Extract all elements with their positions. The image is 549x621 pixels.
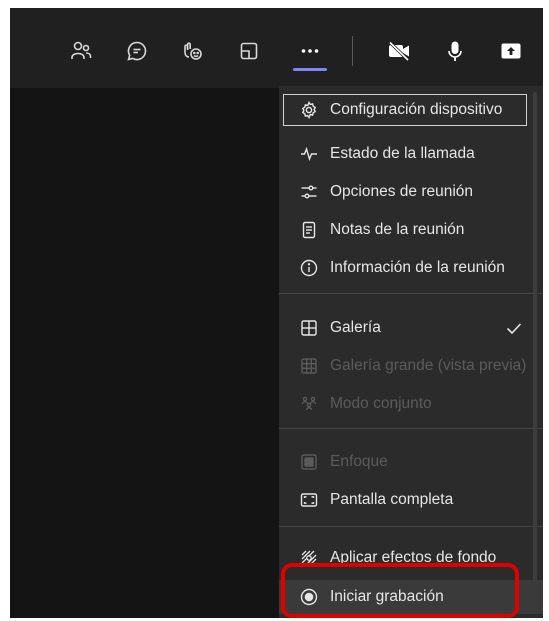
menu-separator — [279, 293, 543, 294]
more-options-icon — [301, 49, 319, 53]
menu-item-label: Estado de la llamada — [330, 145, 475, 162]
chat-button[interactable] — [120, 34, 154, 68]
menu-item-meeting-notes[interactable]: Notas de la reunión — [279, 214, 543, 246]
focus-icon — [299, 452, 319, 472]
gallery-icon — [299, 318, 319, 338]
menu-item-focus: Enfoque — [279, 446, 543, 478]
fullscreen-icon — [299, 490, 319, 510]
share-screen-icon — [501, 43, 521, 59]
menu-item-together-mode: Modo conjunto — [279, 388, 543, 420]
menu-item-label: Enfoque — [330, 453, 388, 470]
people-icon — [71, 41, 92, 59]
menu-item-fullscreen[interactable]: Pantalla completa — [279, 484, 543, 516]
menu-item-label: Notas de la reunión — [330, 221, 465, 238]
menu-separator — [279, 428, 543, 429]
breakout-rooms-button[interactable] — [232, 34, 266, 68]
meeting-toolbar — [10, 8, 543, 88]
gear-icon — [299, 100, 319, 120]
menu-item-meeting-info[interactable]: Información de la reunión — [279, 252, 543, 284]
menu-item-label: Galería grande (vista previa) — [330, 357, 527, 374]
microphone-button[interactable] — [438, 34, 472, 68]
toolbar-divider — [352, 36, 353, 66]
menu-item-label: Pantalla completa — [330, 491, 454, 508]
info-icon — [299, 258, 319, 278]
menu-item-large-gallery: Galería grande (vista previa) — [279, 350, 543, 382]
reactions-button[interactable] — [175, 34, 209, 68]
checkmark-icon — [506, 323, 522, 335]
more-options-button[interactable] — [293, 34, 327, 68]
menu-item-label: Información de la reunión — [330, 259, 505, 276]
microphone-icon — [448, 41, 462, 61]
menu-item-gallery[interactable]: Galería — [279, 312, 543, 344]
menu-item-meeting-options[interactable]: Opciones de reunión — [279, 176, 543, 208]
large-gallery-icon — [299, 356, 319, 376]
together-mode-icon — [299, 394, 319, 414]
teams-meeting-window: Configuración dispositivo Estado de la l… — [10, 8, 543, 618]
red-highlight-annotation — [281, 563, 519, 618]
people-button[interactable] — [64, 34, 98, 68]
rooms-icon — [240, 42, 258, 60]
menu-item-label: Modo conjunto — [330, 395, 432, 412]
reactions-icon — [184, 42, 202, 60]
menu-item-call-health[interactable]: Estado de la llamada — [279, 138, 543, 170]
share-screen-button[interactable] — [494, 34, 528, 68]
menu-item-label: Configuración dispositivo — [330, 101, 503, 118]
chat-icon — [127, 41, 147, 61]
menu-item-label: Galería — [330, 319, 381, 336]
pulse-icon — [299, 144, 319, 164]
menu-item-device-settings[interactable]: Configuración dispositivo — [283, 94, 527, 126]
sliders-icon — [299, 182, 319, 202]
camera-button[interactable] — [382, 34, 416, 68]
menu-separator — [279, 526, 543, 527]
menu-item-label: Opciones de reunión — [330, 183, 474, 200]
camera-off-icon — [388, 41, 410, 62]
notes-icon — [299, 220, 319, 240]
more-options-menu: Configuración dispositivo Estado de la l… — [279, 86, 543, 618]
active-tab-indicator — [293, 68, 327, 71]
